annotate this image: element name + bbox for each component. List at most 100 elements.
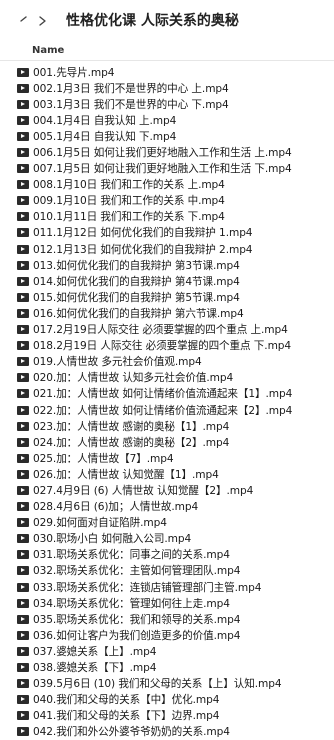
file-name: 011.1月12日 如何优化我们的自我辩护 1.mp4 <box>33 227 253 240</box>
file-name: 017.2月19日人际交往 必须要掌握的四个重点 上.mp4 <box>33 324 288 337</box>
file-row[interactable]: 010.1月11日 我们和工作的关系 下.mp4 <box>0 209 334 225</box>
file-row[interactable]: 030.职场小白 如何融入公司.mp4 <box>0 531 334 547</box>
video-file-icon <box>17 244 29 254</box>
file-row[interactable]: 007.1月5日 如何让我们更好地融入工作和生活 下.mp4 <box>0 161 334 177</box>
video-file-icon <box>17 131 29 141</box>
file-row[interactable]: 042.我们和外公外婆爷爷奶奶的关系.mp4 <box>0 724 334 740</box>
file-name: 025.加：人情世故【7】.mp4 <box>33 452 174 465</box>
file-row[interactable]: 032.职场关系优化：主管如何管理团队.mp4 <box>0 563 334 579</box>
file-row[interactable]: 034.职场关系优化：管理如何往上走.mp4 <box>0 595 334 611</box>
file-row[interactable]: 038.婆媳关系【下】.mp4 <box>0 659 334 675</box>
file-row[interactable]: 005.1月4日 自我认知 下.mp4 <box>0 128 334 144</box>
file-row[interactable]: 041.我们和父母的关系【下】边界.mp4 <box>0 708 334 724</box>
video-file-icon <box>17 357 29 367</box>
file-row[interactable]: 022.加：人情世故 如何让情绪价值流通起来【2】.mp4 <box>0 402 334 418</box>
video-file-icon <box>17 582 29 592</box>
file-row[interactable]: 001.先导片.mp4 <box>0 64 334 80</box>
file-row[interactable]: 017.2月19日人际交往 必须要掌握的四个重点 上.mp4 <box>0 322 334 338</box>
video-file-icon <box>17 180 29 190</box>
video-file-icon <box>17 341 29 351</box>
back-arrow-icon <box>20 16 27 22</box>
file-row[interactable]: 011.1月12日 如何优化我们的自我辩护 1.mp4 <box>0 225 334 241</box>
video-file-icon <box>17 292 29 302</box>
file-name: 026.加：人情世故 认知觉醒【1】.mp4 <box>33 468 219 481</box>
file-row[interactable]: 023.加：人情世故 感谢的奥秘【1】.mp4 <box>0 418 334 434</box>
file-row[interactable]: 008.1月10日 我们和工作的关系 上.mp4 <box>0 177 334 193</box>
name-column-header[interactable]: Name <box>0 40 334 61</box>
file-name: 040.我们和父母的关系【中】优化.mp4 <box>33 694 220 707</box>
file-name: 021.加：人情世故 如何让情绪价值流通起来【1】.mp4 <box>33 388 293 401</box>
video-file-icon <box>17 421 29 431</box>
file-name: 006.1月5日 如何让我们更好地融入工作和生活 上.mp4 <box>33 147 292 160</box>
file-name: 010.1月11日 我们和工作的关系 下.mp4 <box>33 211 225 224</box>
file-name: 012.1月13日 如何优化我们的自我辩护 2.mp4 <box>33 243 253 256</box>
video-file-icon <box>17 373 29 383</box>
file-name: 029.如何面对自证陷阱.mp4 <box>33 517 167 530</box>
video-file-icon <box>17 276 29 286</box>
file-row[interactable]: 018.2月19日 人际交往 必须要掌握的四个重点 下.mp4 <box>0 338 334 354</box>
video-file-icon <box>17 598 29 608</box>
file-row[interactable]: 019.人情世故 多元社会价值观.mp4 <box>0 354 334 370</box>
file-name: 036.如何让客户为我们创造更多的价值.mp4 <box>33 629 241 642</box>
video-file-icon <box>17 711 29 721</box>
video-file-icon <box>17 389 29 399</box>
file-row[interactable]: 037.婆媳关系【上】.mp4 <box>0 643 334 659</box>
file-name: 037.婆媳关系【上】.mp4 <box>33 645 157 658</box>
file-row[interactable]: 003.1月3日 我们不是世界的中心 下.mp4 <box>0 96 334 112</box>
file-row[interactable]: 016.如何优化我们的自我辩护 第六节课.mp4 <box>0 305 334 321</box>
back-button[interactable] <box>14 12 32 30</box>
file-name: 004.1月4日 自我认知 上.mp4 <box>33 114 177 127</box>
video-file-icon <box>17 727 29 737</box>
video-file-icon <box>17 550 29 560</box>
file-row[interactable]: 004.1月4日 自我认知 上.mp4 <box>0 112 334 128</box>
file-row[interactable]: 012.1月13日 如何优化我们的自我辩护 2.mp4 <box>0 241 334 257</box>
video-file-icon <box>17 630 29 640</box>
file-row[interactable]: 024.加：人情世故 感谢的奥秘【2】.mp4 <box>0 434 334 450</box>
file-row[interactable]: 033.职场关系优化：连锁店铺管理部门主管.mp4 <box>0 579 334 595</box>
video-file-icon <box>17 518 29 528</box>
file-row[interactable]: 039.5月6日 (10) 我们和父母的关系【上】认知.mp4 <box>0 676 334 692</box>
file-list: 001.先导片.mp4 002.1月3日 我们不是世界的中心 上.mp4 003… <box>0 61 334 740</box>
file-name: 027.4月9日 (6) 人情世故 认知觉醒【2】.mp4 <box>33 484 254 497</box>
file-row[interactable]: 036.如何让客户为我们创造更多的价值.mp4 <box>0 627 334 643</box>
file-row[interactable]: 015.如何优化我们的自我辩护 第5节课.mp4 <box>0 289 334 305</box>
file-name: 042.我们和外公外婆爷爷奶奶的关系.mp4 <box>33 726 230 739</box>
file-row[interactable]: 040.我们和父母的关系【中】优化.mp4 <box>0 692 334 708</box>
file-row[interactable]: 025.加：人情世故【7】.mp4 <box>0 450 334 466</box>
video-file-icon <box>17 469 29 479</box>
file-name: 028.4月6日 (6)加；人情世故.mp4 <box>33 501 199 514</box>
video-file-icon <box>17 614 29 624</box>
video-file-icon <box>17 646 29 656</box>
file-row[interactable]: 027.4月9日 (6) 人情世故 认知觉醒【2】.mp4 <box>0 482 334 498</box>
file-name: 007.1月5日 如何让我们更好地融入工作和生活 下.mp4 <box>33 163 292 176</box>
file-row[interactable]: 026.加：人情世故 认知觉醒【1】.mp4 <box>0 466 334 482</box>
file-row[interactable]: 020.加：人情世故 认知多元社会价值.mp4 <box>0 370 334 386</box>
file-name: 038.婆媳关系【下】.mp4 <box>33 662 157 675</box>
file-row[interactable]: 014.如何优化我们的自我辩护 第4节课.mp4 <box>0 273 334 289</box>
file-row[interactable]: 002.1月3日 我们不是世界的中心 上.mp4 <box>0 80 334 96</box>
chevron-right-icon <box>39 16 46 26</box>
video-file-icon <box>17 115 29 125</box>
video-file-icon <box>17 502 29 512</box>
file-row[interactable]: 028.4月6日 (6)加；人情世故.mp4 <box>0 499 334 515</box>
file-name: 001.先导片.mp4 <box>33 66 115 79</box>
file-name: 014.如何优化我们的自我辩护 第4节课.mp4 <box>33 275 240 288</box>
file-row[interactable]: 006.1月5日 如何让我们更好地融入工作和生活 上.mp4 <box>0 144 334 160</box>
forward-button[interactable] <box>34 12 52 30</box>
file-row[interactable]: 013.如何优化我们的自我辩护 第3节课.mp4 <box>0 257 334 273</box>
file-row[interactable]: 029.如何面对自证陷阱.mp4 <box>0 515 334 531</box>
title-bar: 性格优化课 人际关系的奥秘 <box>0 0 334 40</box>
folder-title: 性格优化课 人际关系的奥秘 <box>66 13 239 29</box>
file-name: 008.1月10日 我们和工作的关系 上.mp4 <box>33 179 225 192</box>
video-file-icon <box>17 260 29 270</box>
file-row[interactable]: 035.职场关系优化：我们和领导的关系.mp4 <box>0 611 334 627</box>
video-file-icon <box>17 534 29 544</box>
file-name: 022.加：人情世故 如何让情绪价值流通起来【2】.mp4 <box>33 404 293 417</box>
file-row[interactable]: 031.职场关系优化：同事之间的关系.mp4 <box>0 547 334 563</box>
file-name: 034.职场关系优化：管理如何往上走.mp4 <box>33 597 230 610</box>
file-row[interactable]: 009.1月10日 我们和工作的关系 中.mp4 <box>0 193 334 209</box>
video-file-icon <box>17 695 29 705</box>
video-file-icon <box>17 308 29 318</box>
file-row[interactable]: 021.加：人情世故 如何让情绪价值流通起来【1】.mp4 <box>0 386 334 402</box>
file-name: 013.如何优化我们的自我辩护 第3节课.mp4 <box>33 259 240 272</box>
